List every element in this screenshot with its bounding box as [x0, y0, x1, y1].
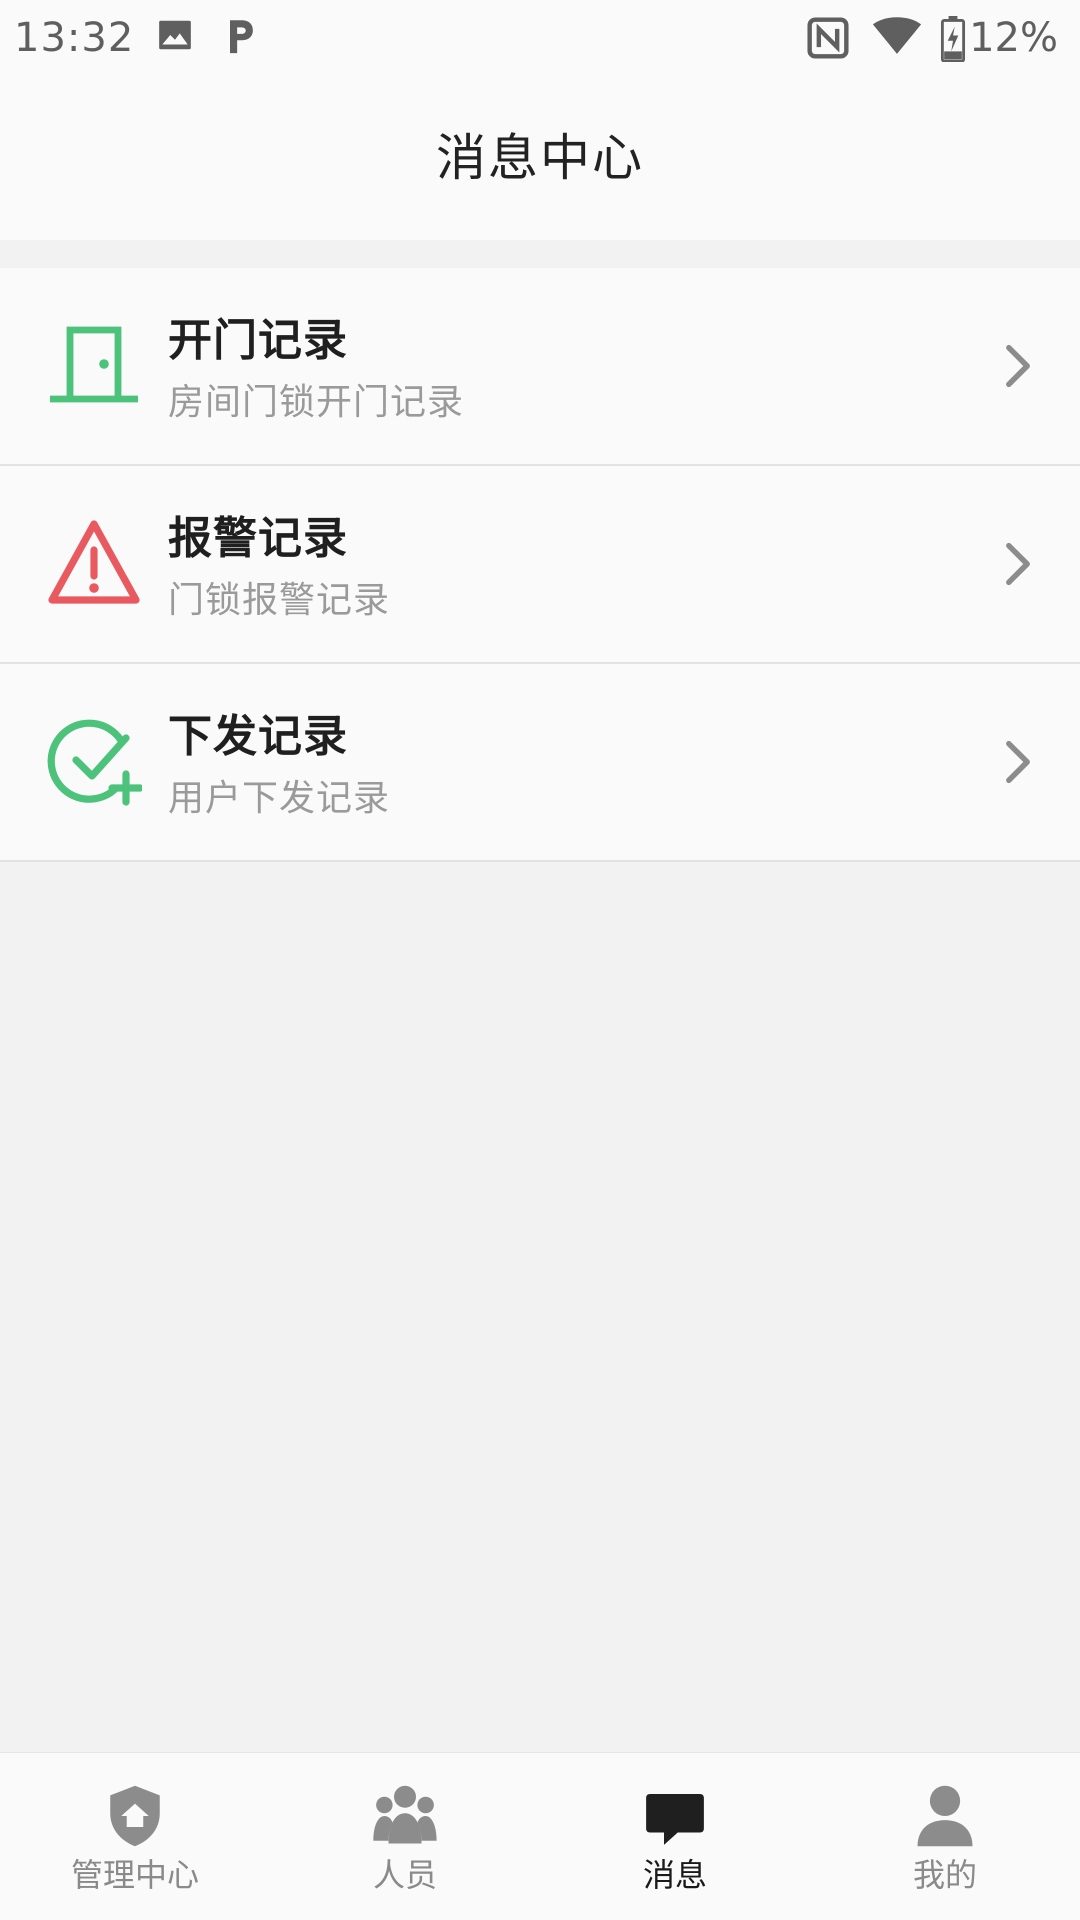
- nav-label: 消息: [642, 1856, 707, 1894]
- image-icon: [159, 20, 191, 50]
- nav-item-management-center[interactable]: 管理中心: [0, 1753, 270, 1920]
- chevron-right-icon: [1006, 542, 1030, 586]
- list-item-subtitle: 房间门锁开门记录: [168, 382, 465, 423]
- warning-icon: [48, 520, 140, 604]
- people-icon: [373, 1785, 437, 1844]
- bottom-navigation: 管理中心 人员 消息 我的: [0, 1752, 1080, 1920]
- list-item-alarm-records[interactable]: 报警记录 门锁报警记录: [0, 466, 1080, 664]
- list-item-subtitle: 用户下发记录: [168, 778, 391, 819]
- status-time: 13:32: [14, 15, 135, 61]
- check-plus-icon: [47, 719, 142, 806]
- wifi-icon: [872, 17, 922, 54]
- chat-bubble-icon: [646, 1794, 704, 1845]
- status-bar: 13:32 12%: [0, 0, 1080, 78]
- battery-percentage: 12%: [969, 15, 1058, 61]
- battery-charging-icon: [940, 16, 966, 62]
- nav-label: 管理中心: [70, 1856, 199, 1894]
- message-category-list: 开门记录 房间门锁开门记录 报警记录 门锁报警记录 下发记录 用户下发记录: [0, 268, 1080, 862]
- nav-item-messages[interactable]: 消息: [540, 1753, 810, 1920]
- nav-item-personnel[interactable]: 人员: [270, 1753, 540, 1920]
- list-item-issue-records[interactable]: 下发记录 用户下发记录: [0, 664, 1080, 862]
- chevron-right-icon: [1006, 740, 1030, 784]
- list-item-title: 报警记录: [168, 513, 348, 564]
- parking-icon: [230, 20, 253, 54]
- nav-label: 人员: [372, 1856, 437, 1894]
- list-item-open-door-records[interactable]: 开门记录 房间门锁开门记录: [0, 268, 1080, 466]
- list-item-subtitle: 门锁报警记录: [168, 580, 391, 621]
- list-item-title: 下发记录: [168, 711, 348, 762]
- shield-home-icon: [110, 1785, 160, 1847]
- chevron-right-icon: [1006, 344, 1030, 388]
- list-item-title: 开门记录: [168, 315, 348, 366]
- page-title: 消息中心: [436, 129, 644, 187]
- nav-item-mine[interactable]: 我的: [810, 1753, 1080, 1920]
- door-icon: [50, 326, 138, 403]
- header: 消息中心: [0, 78, 1080, 240]
- nfc-icon: [807, 17, 849, 59]
- user-icon: [917, 1785, 973, 1847]
- nav-label: 我的: [912, 1856, 977, 1894]
